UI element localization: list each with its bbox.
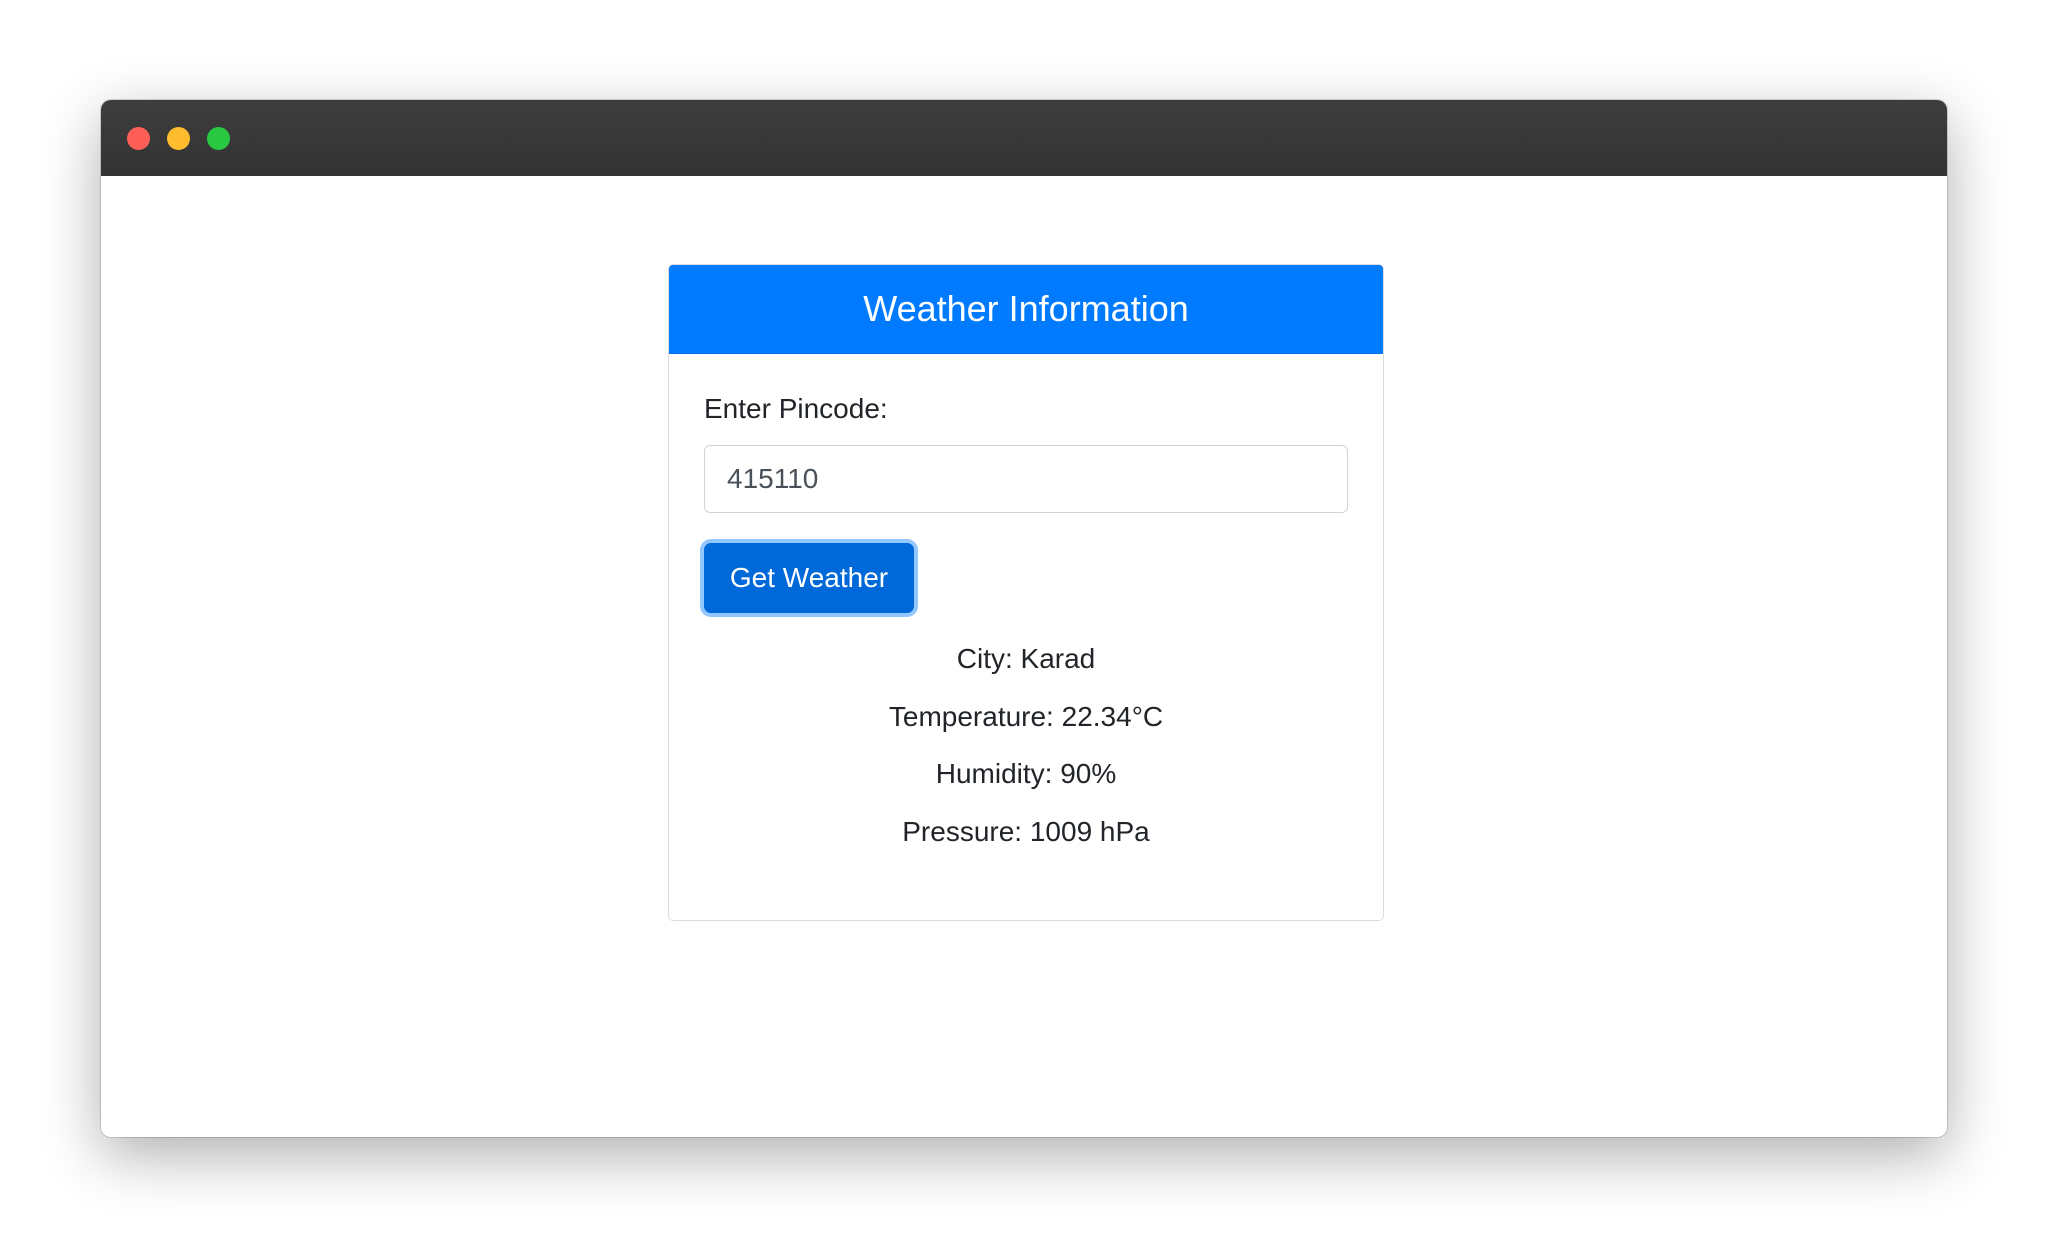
temperature-result: Temperature: 22.34°C	[888, 700, 1164, 732]
close-window-button[interactable]	[127, 127, 150, 150]
card-title: Weather Information	[863, 288, 1189, 329]
city-result: City: Karad	[956, 643, 1096, 674]
weather-results: City: Karad Temperature: 22.34°C Humidit…	[669, 630, 1383, 860]
browser-window: Weather Information Enter Pincode: Get W…	[101, 100, 1947, 1137]
window-titlebar	[101, 100, 1947, 176]
card-header: Weather Information	[669, 265, 1383, 354]
minimize-window-button[interactable]	[167, 127, 190, 150]
pincode-label: Enter Pincode:	[704, 393, 888, 424]
pincode-input[interactable]	[704, 445, 1348, 513]
maximize-window-button[interactable]	[207, 127, 230, 150]
weather-card: Weather Information Enter Pincode: Get W…	[668, 264, 1384, 921]
get-weather-button[interactable]: Get Weather	[704, 543, 914, 613]
pressure-result: Pressure: 1009 hPa	[902, 815, 1150, 847]
humidity-result: Humidity: 90%	[935, 758, 1117, 789]
